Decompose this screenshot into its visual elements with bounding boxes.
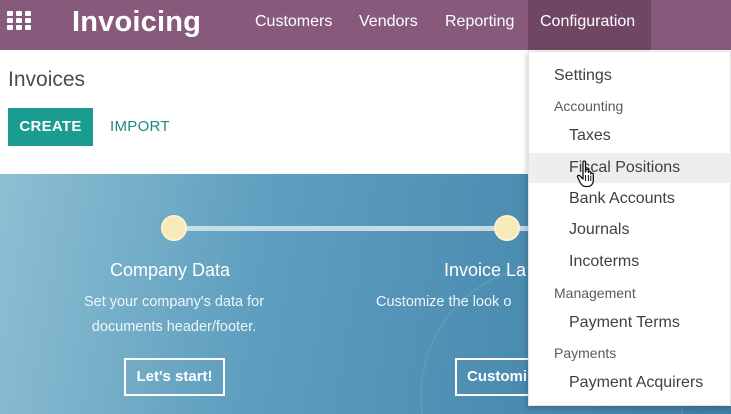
lets-start-button[interactable]: Let's start! [124, 358, 225, 396]
step-2-title: Invoice La [444, 260, 527, 280]
onboarding-progress-line [174, 226, 534, 231]
menu-item-taxes[interactable]: Taxes [529, 121, 731, 151]
nav-customers[interactable]: Customers [243, 0, 344, 50]
hand-pointer-icon [576, 160, 594, 188]
menu-item-payment-acquirers[interactable]: Payment Acquirers [529, 368, 731, 398]
menu-item-settings[interactable]: Settings [529, 61, 731, 91]
create-button[interactable]: CREATE [8, 108, 93, 146]
menu-item-journals[interactable]: Journals [529, 215, 731, 245]
step-1-dot [161, 215, 187, 241]
menu-item-fiscal-positions[interactable]: Fiscal Positions [529, 153, 731, 183]
step-1-description: Set your company's data for documents he… [72, 290, 276, 340]
app-title: Invoicing [72, 6, 202, 38]
menu-header-management: Management [554, 285, 636, 301]
menu-item-payment-terms[interactable]: Payment Terms [529, 308, 731, 338]
apps-grid-icon[interactable] [7, 11, 33, 31]
menu-item-incoterms[interactable]: Incoterms [529, 247, 731, 277]
menu-item-bank-accounts[interactable]: Bank Accounts [529, 184, 731, 214]
nav-vendors[interactable]: Vendors [347, 0, 430, 50]
step-1-title: Company Data [110, 260, 231, 280]
menu-header-payments: Payments [554, 345, 617, 361]
page-title: Invoices [8, 68, 86, 91]
nav-configuration[interactable]: Configuration [528, 0, 651, 50]
step-1-description-line-2: documents header/footer. [91, 319, 257, 335]
import-button[interactable]: IMPORT [104, 108, 176, 146]
top-navbar: Invoicing Customers Vendors Reporting Co… [0, 0, 731, 50]
step-2-dot [494, 215, 520, 241]
configuration-dropdown: Settings Accounting Taxes Fiscal Positio… [528, 51, 731, 406]
step-2-description: Customize the look o [376, 294, 512, 310]
nav-reporting[interactable]: Reporting [433, 0, 526, 50]
customize-button[interactable]: Customi [455, 358, 535, 396]
menu-header-accounting: Accounting [554, 98, 624, 114]
step-1-description-line-1: Set your company's data for [83, 294, 265, 310]
